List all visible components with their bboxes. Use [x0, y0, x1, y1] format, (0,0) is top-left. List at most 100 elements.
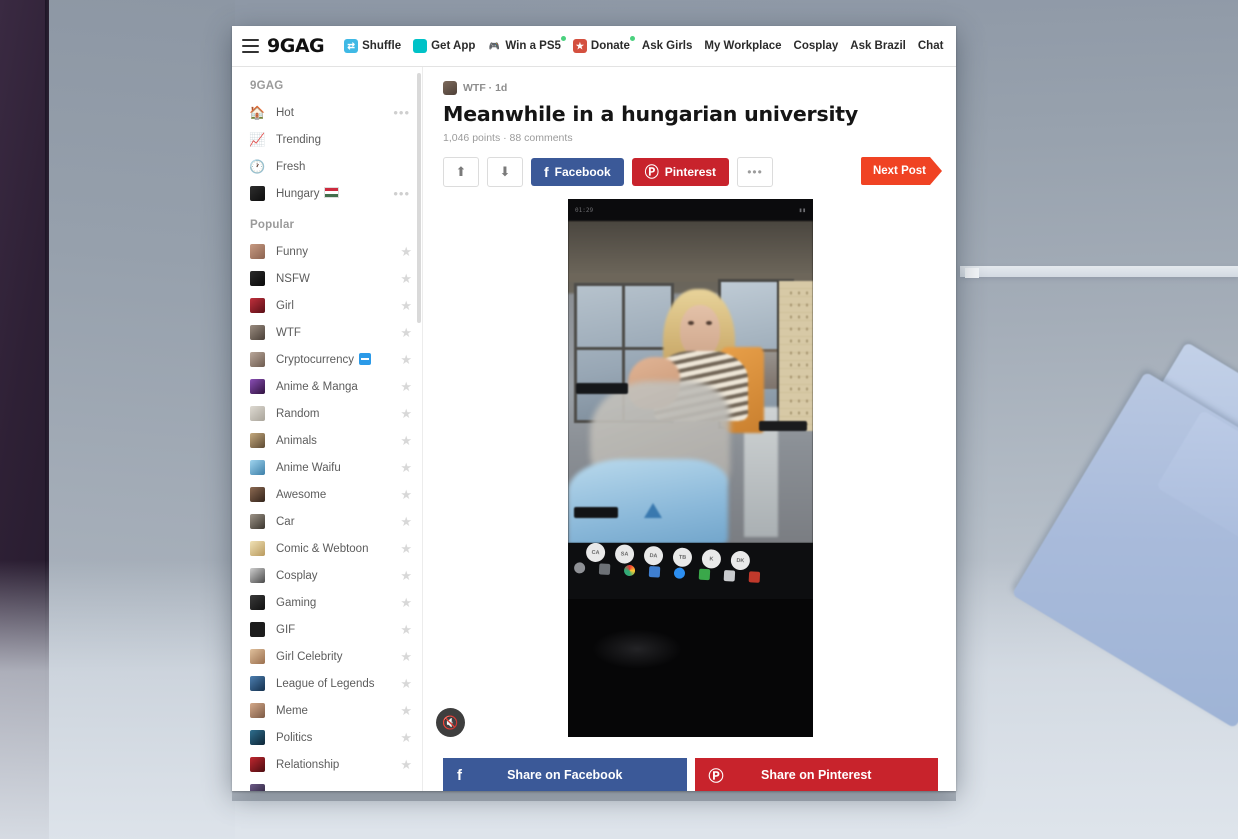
nav-item-ask-brazil[interactable]: Ask Brazil: [844, 36, 912, 56]
sidebar-item-cosplay[interactable]: Cosplay ★: [232, 562, 422, 589]
nav-item-ask-girls[interactable]: Ask Girls: [636, 36, 699, 56]
favorite-star-icon[interactable]: ★: [400, 569, 412, 582]
sidebar-item-relationship[interactable]: Relationship ★: [232, 751, 422, 778]
favorite-star-icon[interactable]: ★: [400, 488, 412, 501]
sidebar-item-girl-celebrity[interactable]: Girl Celebrity ★: [232, 643, 422, 670]
favorite-star-icon[interactable]: ★: [400, 407, 412, 420]
list-item-thumbnail: [250, 379, 265, 394]
sidebar-item-wtf[interactable]: WTF ★: [232, 319, 422, 346]
scene-name-tag-three: [574, 507, 618, 518]
favorite-star-icon[interactable]: ★: [400, 326, 412, 339]
facebook-share-button[interactable]: f Facebook: [531, 158, 624, 186]
video-player[interactable]: 01:29 ▮▮ CA SA DA TB K DK: [568, 199, 813, 737]
nav-item-chat[interactable]: Chat: [912, 36, 950, 56]
sidebar-item-label: WTF: [276, 326, 301, 339]
sidebar-item-girl[interactable]: Girl ★: [232, 292, 422, 319]
more-options-button[interactable]: •••: [737, 157, 774, 187]
nav-item-cosplay[interactable]: Cosplay: [788, 36, 845, 56]
sidebar-item-cryptocurrency[interactable]: Cryptocurrency ★: [232, 346, 422, 373]
share-on-facebook-button[interactable]: f Share on Facebook: [443, 758, 687, 791]
sidebar-item-gaming[interactable]: Gaming ★: [232, 589, 422, 616]
favorite-star-icon[interactable]: ★: [400, 245, 412, 258]
share-on-pinterest-button[interactable]: Ⓟ Share on Pinterest: [694, 758, 938, 791]
video-call-participant-dock: CA SA DA TB K DK: [568, 543, 813, 599]
sidebar-item-anime-manga[interactable]: Anime & Manga ★: [232, 373, 422, 400]
hamburger-icon[interactable]: [242, 33, 259, 59]
nav-item-win-a-ps5[interactable]: 🎮 Win a PS5: [481, 35, 567, 57]
taskbar-search-icon: [573, 562, 586, 574]
favorite-star-icon[interactable]: ★: [400, 704, 412, 717]
downvote-button[interactable]: ⬇: [487, 157, 523, 187]
sidebar-item-fresh[interactable]: 🕐 Fresh: [232, 153, 422, 180]
sidebar-item-nsfw[interactable]: NSFW ★: [232, 265, 422, 292]
scene-person-eye-left: [688, 321, 694, 325]
favorite-star-icon[interactable]: ★: [400, 380, 412, 393]
favorite-star-icon[interactable]: ★: [400, 461, 412, 474]
favorite-star-icon[interactable]: ★: [400, 353, 412, 366]
favorite-star-icon[interactable]: ★: [400, 731, 412, 744]
participant-avatar: DK: [730, 550, 751, 571]
favorite-star-icon[interactable]: ★: [400, 542, 412, 555]
sidebar-item-label: Awesome: [276, 488, 327, 501]
scene-ceiling: [568, 221, 813, 281]
taskbar-explorer-icon: [648, 566, 661, 578]
nav-item-donate[interactable]: ★ Donate: [567, 35, 636, 57]
sidebar-item-league-of-legends[interactable]: League of Legends ★: [232, 670, 422, 697]
sidebar-item-menu-icon[interactable]: •••: [393, 106, 412, 119]
notification-dot: [629, 36, 635, 41]
sidebar-item-politics[interactable]: Politics ★: [232, 724, 422, 751]
sidebar-item-car[interactable]: Car ★: [232, 508, 422, 535]
site-logo[interactable]: 9GAG: [267, 35, 325, 57]
list-item-thumbnail: [250, 541, 265, 556]
post-section-and-time[interactable]: WTF · 1d: [463, 82, 507, 94]
nav-item-my-workplace[interactable]: My Workplace: [698, 36, 787, 56]
list-item-thumbnail: [250, 595, 265, 610]
hungary-flag-icon: [324, 187, 340, 198]
participant-avatar: TB: [672, 547, 693, 568]
participant-avatar: DA: [643, 545, 664, 566]
nav-item-get-app[interactable]: Get App: [407, 35, 481, 57]
list-item-thumbnail: [250, 730, 265, 745]
favorite-star-icon[interactable]: ★: [400, 596, 412, 609]
next-post-button[interactable]: Next Post: [861, 157, 942, 185]
pinterest-share-button[interactable]: Ⓟ Pinterest: [631, 158, 730, 186]
sidebar-item-label: Cryptocurrency: [276, 353, 400, 366]
sidebar-item-awesome[interactable]: Awesome ★: [232, 481, 422, 508]
sidebar-item-label: Anime Waifu: [276, 461, 341, 474]
notification-dot: [560, 36, 566, 41]
sidebar-item-funny[interactable]: Funny ★: [232, 238, 422, 265]
favorite-star-icon[interactable]: ★: [400, 650, 412, 663]
sidebar-item-comic-webtoon[interactable]: Comic & Webtoon ★: [232, 535, 422, 562]
favorite-star-icon[interactable]: ★: [400, 434, 412, 447]
sidebar-item-hot[interactable]: 🏠 Hot •••: [232, 99, 422, 126]
sidebar-item-trending[interactable]: 📈 Trending: [232, 126, 422, 153]
button-label: Facebook: [554, 165, 611, 179]
sidebar-item-animals[interactable]: Animals ★: [232, 427, 422, 454]
mute-toggle-button[interactable]: 🔇: [436, 708, 465, 737]
video-timestamp: 01:29: [575, 206, 594, 214]
sidebar-item-label: Relationship: [276, 758, 340, 771]
nav-label: Cosplay: [793, 40, 839, 52]
favorite-star-icon[interactable]: ★: [400, 272, 412, 285]
sidebar-item-meme[interactable]: Meme ★: [232, 697, 422, 724]
list-item-thumbnail: [250, 433, 265, 448]
favorite-star-icon[interactable]: ★: [400, 758, 412, 771]
favorite-star-icon[interactable]: ★: [400, 623, 412, 636]
sidebar-item-hungary[interactable]: Hungary •••: [232, 180, 422, 207]
nav-label: Shuffle: [362, 40, 402, 52]
sidebar-item-random[interactable]: Random ★: [232, 400, 422, 427]
sidebar-item-gif[interactable]: GIF ★: [232, 616, 422, 643]
upvote-button[interactable]: ⬆: [443, 157, 479, 187]
participant-avatar: SA: [614, 544, 635, 565]
nav-label: Ask Girls: [641, 40, 693, 52]
page-content: 9GAG 🏠 Hot ••• 📈 Trending 🕐 Fresh Hungar…: [232, 67, 956, 791]
nav-item-shuffle[interactable]: ⇄ Shuffle: [338, 35, 407, 57]
favorite-star-icon[interactable]: ★: [400, 677, 412, 690]
favorite-star-icon[interactable]: ★: [400, 515, 412, 528]
list-item-thumbnail: [250, 649, 265, 664]
favorite-star-icon[interactable]: ★: [400, 299, 412, 312]
sidebar-item-anime-waifu[interactable]: Anime Waifu ★: [232, 454, 422, 481]
list-item-thumbnail: [250, 568, 265, 583]
sidebar-item-menu-icon[interactable]: •••: [393, 187, 412, 200]
sidebar-item-partial[interactable]: [232, 778, 422, 791]
